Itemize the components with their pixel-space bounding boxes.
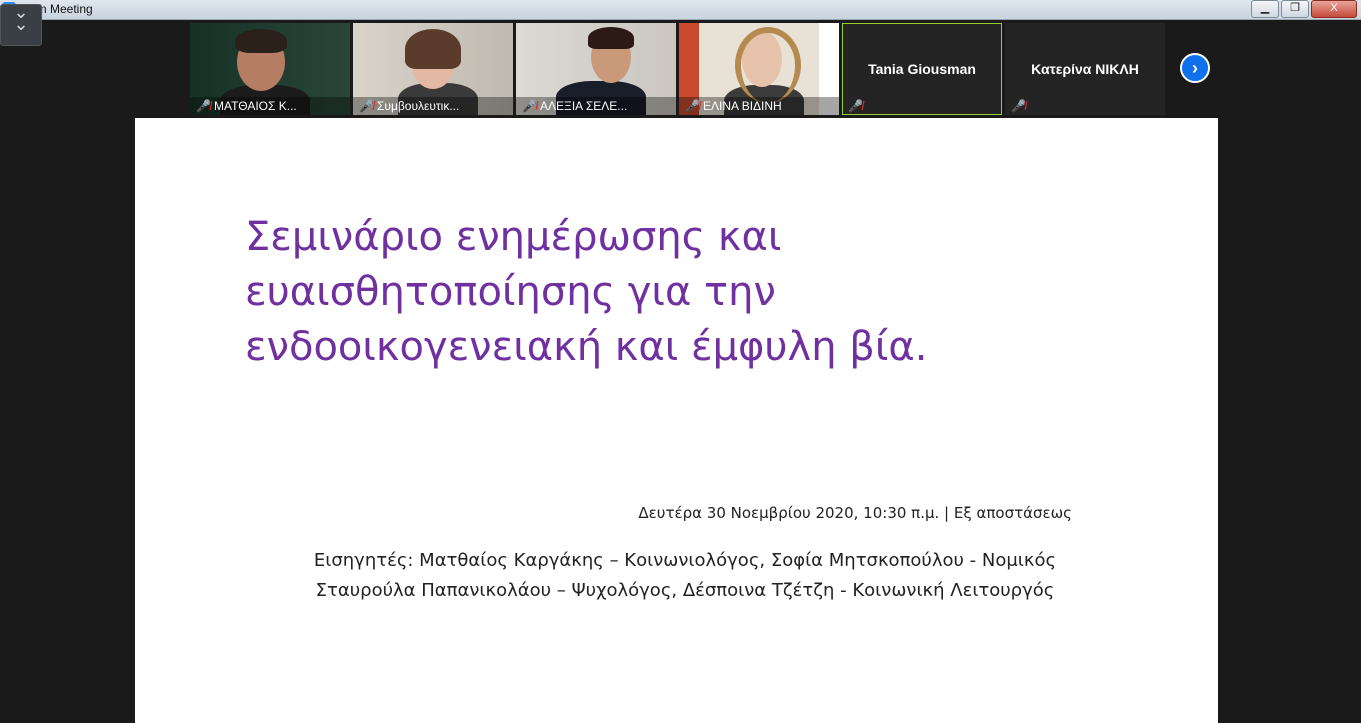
speakers-line: Σταυρούλα Παπανικολάου – Ψυχολόγος, Δέσπ…: [315, 580, 1055, 601]
slide-title-line: Σεμινάριο ενημέρωσης και: [245, 214, 782, 260]
participant-name: ΜΑΤΘΑΙΟΣ Κ...: [214, 99, 297, 113]
next-participants-button[interactable]: ›: [1180, 53, 1210, 83]
restore-icon: ❐: [1290, 2, 1300, 14]
shared-screen-slide: Σεμινάριο ενημέρωσης και ευαισθητοποίηση…: [135, 118, 1218, 723]
slide-title: Σεμινάριο ενημέρωσης και ευαισθητοποίηση…: [245, 210, 1005, 375]
participant-name: ΑΛΕΞΙΑ ΣΕΛΕ...: [540, 99, 628, 113]
participant-tile[interactable]: Κατερίνα ΝΙΚΛΗ 🎤̸: [1005, 23, 1165, 115]
close-button[interactable]: X: [1311, 0, 1357, 18]
participant-name: Συμβουλευτικ...: [377, 99, 460, 113]
slide-title-line: ευαισθητοποίησης για την: [245, 269, 776, 315]
participant-tile[interactable]: 🎤̸ ΜΑΤΘΑΙΟΣ Κ...: [190, 23, 350, 115]
chevron-down-icon: ⌄: [13, 14, 29, 34]
slide-title-line: ενδοοικογενειακή και έμφυλη βία.: [245, 324, 928, 370]
participant-tile-active-speaker[interactable]: Tania Giousman 🎤̸: [842, 23, 1002, 115]
muted-mic-icon: 🎤̸: [685, 99, 700, 113]
collapse-video-button[interactable]: ⌄ ⌄: [0, 3, 42, 46]
participant-tile[interactable]: 🎤̸ Συμβουλευτικ...: [353, 23, 513, 115]
chevron-right-icon: ›: [1192, 58, 1198, 78]
video-strip: 🎤̸ ΜΑΤΘΑΙΟΣ Κ... 🎤̸ Συμβουλευτικ... 🎤̸ Α…: [190, 23, 1168, 115]
muted-mic-icon: 🎤̸: [522, 99, 537, 113]
minimize-icon: ▁: [1260, 2, 1270, 14]
close-icon: X: [1330, 2, 1338, 14]
muted-mic-icon: 🎤̸: [196, 99, 211, 113]
restore-button[interactable]: ❐: [1281, 0, 1309, 18]
muted-mic-icon: 🎤̸: [1011, 99, 1026, 113]
participant-tile[interactable]: 🎤̸ ΕΛΙΝΑ ΒΙΔΙΝΗ: [679, 23, 839, 115]
window-title-bar: Zoom Meeting ▁ ❐ X: [0, 0, 1361, 20]
minimize-button[interactable]: ▁: [1251, 0, 1279, 18]
slide-speakers: Εισηγητές: Ματθαίος Καργάκης – Κοινωνιολ…: [245, 546, 1125, 606]
muted-mic-icon: 🎤̸: [848, 99, 863, 113]
participant-tile[interactable]: 🎤̸ ΑΛΕΞΙΑ ΣΕΛΕ...: [516, 23, 676, 115]
muted-mic-icon: 🎤̸: [359, 99, 374, 113]
speakers-line: Εισηγητές: Ματθαίος Καργάκης – Κοινωνιολ…: [313, 550, 1057, 571]
slide-date-line: Δευτέρα 30 Νοεμβρίου 2020, 10:30 π.μ. | …: [638, 504, 1072, 522]
participant-name: ΕΛΙΝΑ ΒΙΔΙΝΗ: [703, 99, 782, 113]
